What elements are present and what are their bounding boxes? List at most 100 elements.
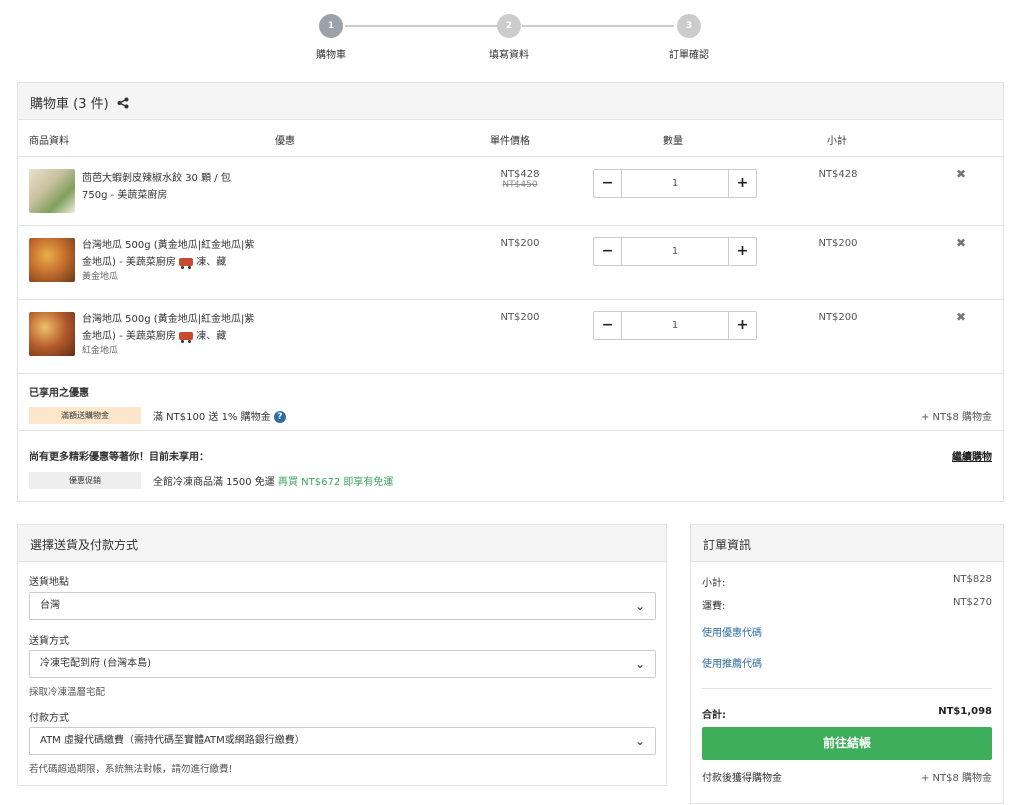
promo-description: 全館冷凍商品滿 1500 免運 再買 NT$672 即享有免運	[153, 473, 393, 488]
product-thumbnail[interactable]	[29, 238, 75, 282]
product-info: 台灣地瓜 500g (黃金地瓜|紅金地瓜|紫金地瓜) - 美蔬菜廚房 凍、藏 紅…	[82, 311, 257, 358]
step-confirm: 3 訂單確認	[639, 14, 739, 61]
increase-button[interactable]: +	[728, 238, 756, 265]
cart-item: 台灣地瓜 500g (黃金地瓜|紅金地瓜|紫金地瓜) - 美蔬菜廚房 凍、藏 黃…	[18, 226, 1003, 300]
coupon-code-link[interactable]: 使用優惠代碼	[702, 624, 762, 639]
applied-promotions-title: 已享用之優惠	[29, 388, 89, 399]
delivery-method-note: 採取冷凍溫層宅配	[29, 687, 106, 698]
price-current: NT$428	[500, 169, 540, 180]
item-subtotal: NT$428	[818, 169, 858, 180]
cart-header: 購物車 (3 件)	[18, 83, 1003, 120]
product-name[interactable]: 茴芭大蝦剝皮辣椒水餃 30 顆 / 包 750g - 美蔬菜廚房	[82, 170, 257, 204]
quantity-input[interactable]: 1	[622, 312, 728, 339]
product-name[interactable]: 台灣地瓜 500g (黃金地瓜|紅金地瓜|紫金地瓜) - 美蔬菜廚房	[82, 314, 254, 342]
delivery-location-label: 送貨地點	[29, 577, 69, 588]
payment-method-label: 付款方式	[29, 713, 69, 724]
reward-value: + NT$8 購物金	[920, 773, 992, 784]
promo-description: 滿 NT$100 送 1% 購物金 ?	[153, 408, 286, 423]
total-row: 合計: NT$1,098	[702, 706, 992, 721]
payment-method-select[interactable]: ATM 虛擬代碼繳費（需持代碼至實體ATM或網路銀行繳費） ⌄	[29, 727, 656, 755]
total-value: NT$1,098	[938, 706, 992, 717]
unit-price: NT$200	[500, 238, 540, 249]
quantity-input[interactable]: 1	[622, 238, 728, 265]
promo-highlight: 再買 NT$672 即享有免運	[278, 477, 394, 488]
share-icon[interactable]	[117, 97, 129, 113]
remove-icon[interactable]: ✖	[956, 236, 966, 250]
summary-divider	[702, 688, 992, 689]
promo-text: 全館冷凍商品滿 1500 免運	[153, 477, 275, 488]
quantity-stepper: − 1 +	[593, 169, 757, 198]
step-number: 3	[677, 14, 701, 38]
col-promo: 優惠	[275, 136, 295, 147]
product-thumbnail[interactable]	[29, 312, 75, 356]
unit-price: NT$428 NT$450	[480, 169, 560, 190]
applied-promotions: 已享用之優惠 滿額送購物金 滿 NT$100 送 1% 購物金 ? + NT$8…	[18, 374, 1003, 431]
total-label: 合計:	[702, 710, 726, 721]
step-cart: 1 購物車	[281, 14, 381, 61]
available-promotions: 尚有更多精彩優惠等著你！目前未享用： 繼續購物 優惠促銷 全館冷凍商品滿 150…	[18, 431, 1003, 502]
shipping-fee-row: 運費: NT$270	[702, 597, 992, 612]
storage-type: 凍、藏	[196, 257, 227, 268]
checkout-progress: 1 購物車 2 填寫資料 3 訂單確認	[0, 14, 1024, 64]
product-variant: 黃金地瓜	[82, 272, 119, 282]
item-subtotal: NT$200	[818, 238, 858, 249]
checkout-button[interactable]: 前往結帳	[702, 727, 992, 760]
product-name[interactable]: 台灣地瓜 500g (黃金地瓜|紅金地瓜|紫金地瓜) - 美蔬菜廚房	[82, 240, 254, 268]
cart-title: 購物車	[30, 97, 70, 112]
decrease-button[interactable]: −	[594, 170, 622, 197]
order-summary-title: 訂單資訊	[691, 525, 1003, 562]
col-unit-price: 單件價格	[490, 136, 530, 147]
remove-icon[interactable]: ✖	[956, 167, 966, 181]
cart-panel: 購物車 (3 件) 商品資料 優惠 單件價格 數量 小計 茴芭大蝦剝皮辣椒水餃 …	[17, 82, 1004, 502]
subtotal-label: 小計:	[702, 578, 726, 589]
storage-type: 凍、藏	[196, 331, 227, 342]
order-summary-panel: 訂單資訊 小計: NT$828 運費: NT$270 使用優惠代碼 使用推薦代碼…	[690, 524, 1004, 804]
promo-tag: 滿額送購物金	[29, 407, 141, 424]
step-label: 填寫資料	[489, 50, 529, 61]
help-icon[interactable]: ?	[273, 411, 286, 423]
reward-label: 付款後獲得購物金	[702, 773, 782, 784]
cart-column-headers: 商品資料 優惠 單件價格 數量 小計	[18, 120, 1003, 157]
increase-button[interactable]: +	[728, 170, 756, 197]
item-subtotal: NT$200	[818, 312, 858, 323]
product-thumbnail[interactable]	[29, 169, 75, 213]
cart-item: 台灣地瓜 500g (黃金地瓜|紅金地瓜|紫金地瓜) - 美蔬菜廚房 凍、藏 紅…	[18, 300, 1003, 374]
product-info: 台灣地瓜 500g (黃金地瓜|紅金地瓜|紫金地瓜) - 美蔬菜廚房 凍、藏 黃…	[82, 237, 257, 284]
quantity-input[interactable]: 1	[622, 170, 728, 197]
chevron-down-icon: ⌄	[634, 657, 645, 671]
decrease-button[interactable]: −	[594, 312, 622, 339]
step-label: 訂單確認	[669, 50, 709, 61]
delivery-method-label: 送貨方式	[29, 636, 69, 647]
quantity-stepper: − 1 +	[593, 237, 757, 266]
increase-button[interactable]: +	[728, 312, 756, 339]
referral-code-link[interactable]: 使用推薦代碼	[702, 655, 762, 670]
step-number: 1	[319, 14, 343, 38]
shipping-fee-label: 運費:	[702, 601, 726, 612]
subtotal-value: NT$828	[952, 574, 992, 585]
delivery-location-select[interactable]: 台灣 ⌄	[29, 592, 656, 620]
promo-reward: + NT$8 購物金	[920, 412, 992, 423]
payment-note: 若代碼超過期限，系統無法對帳，請勿進行繳費!	[29, 764, 233, 775]
col-product: 商品資料	[29, 136, 69, 147]
reward-row: 付款後獲得購物金 + NT$8 購物金	[702, 769, 992, 784]
shipping-payment-panel: 選擇送貨及付款方式 送貨地點 台灣 ⌄ 送貨方式 冷凍宅配到府 (台灣本島) ⌄…	[17, 524, 667, 786]
subtotal-row: 小計: NT$828	[702, 574, 992, 589]
unit-price: NT$200	[500, 312, 540, 323]
step-number: 2	[497, 14, 521, 38]
col-quantity: 數量	[663, 136, 683, 147]
quantity-stepper: − 1 +	[593, 311, 757, 340]
shipping-fee-value: NT$270	[952, 597, 992, 608]
select-value: 台灣	[40, 600, 60, 611]
remove-icon[interactable]: ✖	[956, 310, 966, 324]
select-value: 冷凍宅配到府 (台灣本島)	[40, 658, 151, 669]
delivery-method-select[interactable]: 冷凍宅配到府 (台灣本島) ⌄	[29, 650, 656, 678]
chevron-down-icon: ⌄	[634, 734, 645, 748]
price-original: NT$450	[502, 180, 538, 190]
frozen-delivery-icon	[179, 332, 194, 343]
frozen-delivery-icon	[179, 258, 194, 269]
cart-count: (3 件)	[73, 97, 109, 112]
product-variant: 紅金地瓜	[82, 346, 119, 356]
continue-shopping-link[interactable]: 繼續購物	[952, 448, 992, 463]
step-label: 購物車	[316, 50, 346, 61]
decrease-button[interactable]: −	[594, 238, 622, 265]
